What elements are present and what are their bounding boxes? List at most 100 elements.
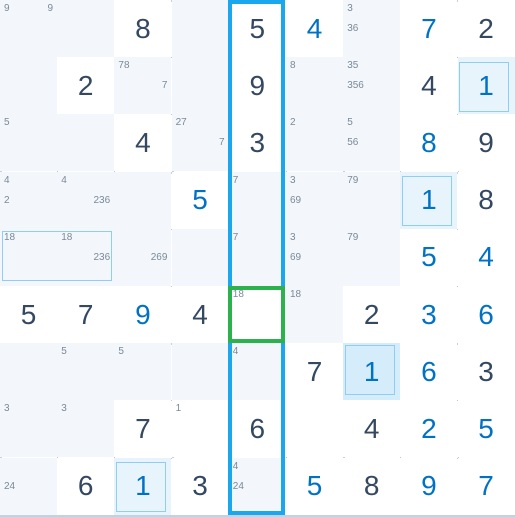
cell-r8-c2[interactable]: 1: [114, 458, 171, 515]
cell-r0-c5[interactable]: 4: [286, 0, 343, 57]
cell-r3-c6[interactable]: 79: [343, 172, 400, 229]
cell-r4-c3[interactable]: [172, 229, 229, 286]
cell-r5-c4[interactable]: 18: [229, 286, 286, 343]
cell-r3-c5[interactable]: 369: [286, 172, 343, 229]
cell-r3-c1[interactable]: 4236: [57, 172, 114, 229]
candidate: 3: [4, 404, 10, 414]
cell-value: 6: [78, 470, 94, 502]
cell-value: 9: [135, 299, 151, 331]
cell-r7-c4[interactable]: 6: [229, 400, 286, 457]
cell-r4-c4[interactable]: 7: [229, 229, 286, 286]
candidate: 7: [219, 138, 225, 148]
cell-r0-c8[interactable]: 2: [458, 0, 515, 57]
cell-r1-c8[interactable]: 1: [458, 57, 515, 114]
candidate: 56: [347, 138, 358, 148]
candidate: 7: [233, 233, 239, 243]
cell-r5-c5[interactable]: 18: [286, 286, 343, 343]
cell-r7-c6[interactable]: 4: [343, 400, 400, 457]
cell-r5-c2[interactable]: 9: [114, 286, 171, 343]
cell-r2-c6[interactable]: 556: [343, 114, 400, 171]
cell-r2-c1[interactable]: [57, 114, 114, 171]
cell-r4-c6[interactable]: 79: [343, 229, 400, 286]
cell-value: 8: [478, 184, 494, 216]
cell-r5-c3[interactable]: 4: [172, 286, 229, 343]
cell-r2-c2[interactable]: 4: [114, 114, 171, 171]
cell-r6-c2[interactable]: 5: [114, 343, 171, 400]
cell-r1-c3[interactable]: [172, 57, 229, 114]
cell-r1-c6[interactable]: 35356: [343, 57, 400, 114]
cell-r4-c2[interactable]: 269: [114, 229, 171, 286]
cell-value: 2: [478, 13, 494, 45]
cell-r1-c2[interactable]: 787: [114, 57, 171, 114]
cell-r1-c7[interactable]: 4: [400, 57, 457, 114]
candidate: 3: [290, 176, 296, 186]
cell-r5-c0[interactable]: 5: [0, 286, 57, 343]
candidate: 36: [347, 24, 358, 34]
cell-r8-c5[interactable]: 5: [286, 458, 343, 515]
candidate: 3: [347, 4, 353, 14]
cell-r6-c1[interactable]: 5: [57, 343, 114, 400]
cell-value: 7: [307, 356, 323, 388]
cell-r3-c2[interactable]: [114, 172, 171, 229]
cell-r6-c5[interactable]: 7: [286, 343, 343, 400]
cell-r8-c8[interactable]: 7: [458, 458, 515, 515]
cell-r0-c4[interactable]: 5: [229, 0, 286, 57]
cell-r7-c7[interactable]: 2: [400, 400, 457, 457]
cell-r5-c6[interactable]: 2: [343, 286, 400, 343]
cell-r4-c0[interactable]: 18: [0, 229, 57, 286]
cell-r1-c4[interactable]: 9: [229, 57, 286, 114]
cell-r3-c3[interactable]: 5: [172, 172, 229, 229]
cell-r8-c7[interactable]: 9: [400, 458, 457, 515]
cell-r7-c0[interactable]: 3: [0, 400, 57, 457]
cell-r2-c7[interactable]: 8: [400, 114, 457, 171]
cell-r6-c7[interactable]: 6: [400, 343, 457, 400]
cell-r1-c0[interactable]: [0, 57, 57, 114]
cell-r0-c2[interactable]: 8: [114, 0, 171, 57]
cell-r7-c8[interactable]: 5: [458, 400, 515, 457]
cell-r2-c4[interactable]: 3: [229, 114, 286, 171]
cell-r8-c1[interactable]: 6: [57, 458, 114, 515]
cell-r3-c7[interactable]: 1: [400, 172, 457, 229]
cell-r4-c8[interactable]: 4: [458, 229, 515, 286]
cell-r3-c4[interactable]: 7: [229, 172, 286, 229]
cell-r0-c3[interactable]: [172, 0, 229, 57]
cell-r5-c7[interactable]: 3: [400, 286, 457, 343]
cell-r6-c3[interactable]: [172, 343, 229, 400]
cell-r3-c8[interactable]: 8: [458, 172, 515, 229]
cell-r8-c0[interactable]: 24: [0, 458, 57, 515]
cell-r2-c3[interactable]: 277: [172, 114, 229, 171]
cell-r2-c8[interactable]: 9: [458, 114, 515, 171]
cell-r0-c6[interactable]: 3 36: [343, 0, 400, 57]
cell-r5-c8[interactable]: 6: [458, 286, 515, 343]
cell-r6-c6[interactable]: 1: [343, 343, 400, 400]
cell-value: 9: [478, 127, 494, 159]
cell-r7-c2[interactable]: 7: [114, 400, 171, 457]
cell-r6-c0[interactable]: [0, 343, 57, 400]
cell-r6-c4[interactable]: 4: [229, 343, 286, 400]
cell-r8-c3[interactable]: 3: [172, 458, 229, 515]
cell-value: 9: [421, 470, 437, 502]
cell-r5-c1[interactable]: 7: [57, 286, 114, 343]
cell-r2-c5[interactable]: 2: [286, 114, 343, 171]
cell-value: 4: [421, 70, 437, 102]
cell-r2-c0[interactable]: 5: [0, 114, 57, 171]
cell-r0-c7[interactable]: 7: [400, 0, 457, 57]
cell-r7-c5[interactable]: [286, 400, 343, 457]
cell-r7-c1[interactable]: 3: [57, 400, 114, 457]
cell-r0-c1[interactable]: [57, 0, 114, 57]
cell-r8-c6[interactable]: 8: [343, 458, 400, 515]
cell-r1-c5[interactable]: 8: [286, 57, 343, 114]
cell-value: 4: [192, 299, 208, 331]
cell-r8-c4[interactable]: 424: [229, 458, 286, 515]
cell-value: 8: [364, 470, 380, 502]
sudoku-board[interactable]: 9985433672278798353564154277325568942423…: [0, 0, 515, 515]
cell-r0-c0[interactable]: 99: [0, 0, 57, 57]
cell-r4-c7[interactable]: 5: [400, 229, 457, 286]
cell-r1-c1[interactable]: 2: [57, 57, 114, 114]
cell-r7-c3[interactable]: 1: [172, 400, 229, 457]
cell-value: 2: [364, 299, 380, 331]
cell-r6-c8[interactable]: 3: [458, 343, 515, 400]
cell-r4-c1[interactable]: 18236: [57, 229, 114, 286]
cell-r3-c0[interactable]: 42: [0, 172, 57, 229]
cell-r4-c5[interactable]: 369: [286, 229, 343, 286]
